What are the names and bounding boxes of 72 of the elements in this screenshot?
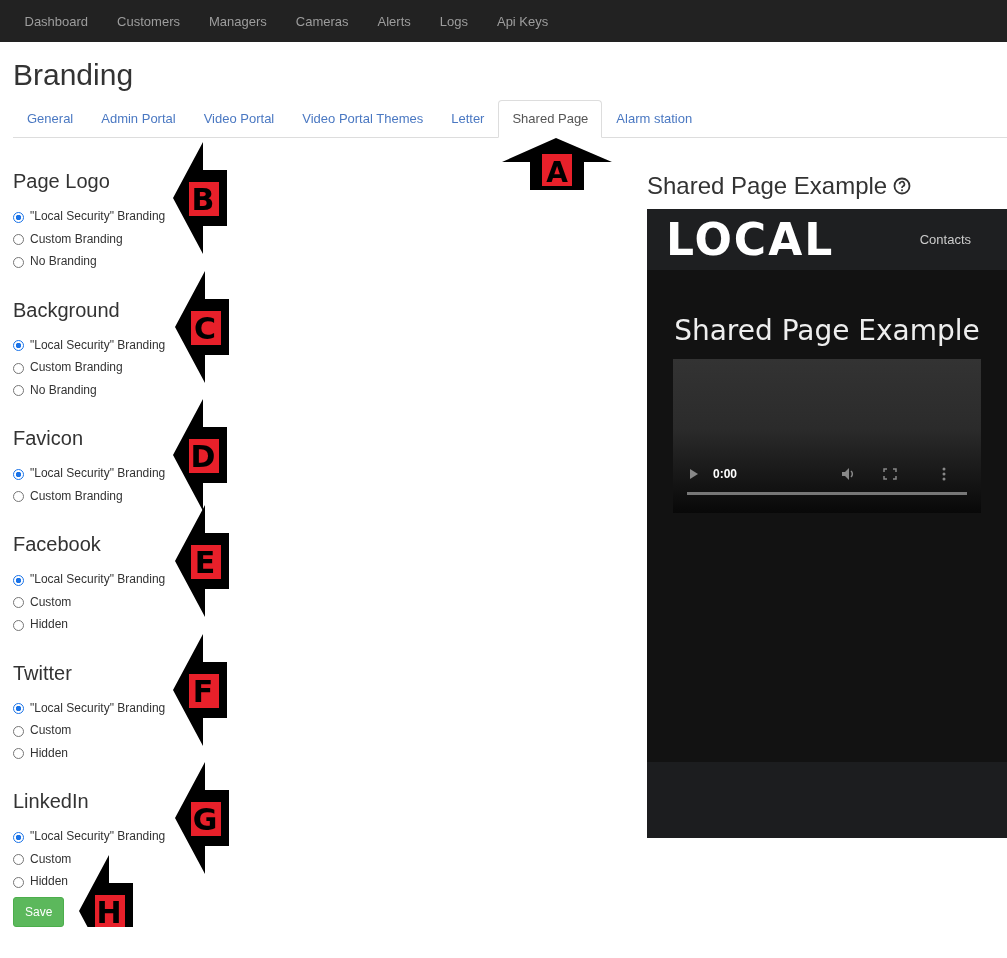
section-heading: LinkedIn bbox=[13, 790, 89, 812]
radio-option[interactable]: Hidden bbox=[13, 613, 69, 636]
radio-option[interactable]: Custom Branding bbox=[13, 484, 123, 507]
radio-button[interactable] bbox=[13, 725, 24, 737]
video-player[interactable]: 0:00 bbox=[673, 359, 981, 513]
radio-option[interactable]: Custom Branding bbox=[13, 356, 123, 379]
tab[interactable]: Shared Page bbox=[498, 100, 603, 138]
nav-link[interactable]: Dashboard bbox=[10, 13, 103, 29]
radio-option[interactable]: No Branding bbox=[13, 378, 97, 401]
callout-arrow: B bbox=[173, 142, 227, 254]
radio-option[interactable]: "Local Security" Branding bbox=[13, 696, 166, 719]
radio-option[interactable]: Custom bbox=[13, 719, 72, 742]
radio-option[interactable]: Custom bbox=[13, 847, 72, 870]
preview-page-heading: Shared Page Example bbox=[674, 314, 980, 347]
help-icon[interactable] bbox=[893, 177, 912, 195]
radio-button[interactable] bbox=[13, 854, 24, 866]
radio-button[interactable] bbox=[13, 385, 24, 397]
tab[interactable]: Video Portal Themes bbox=[288, 100, 438, 138]
radio-button[interactable] bbox=[13, 362, 24, 374]
radio-option[interactable]: Custom Branding bbox=[13, 227, 123, 250]
radio-option[interactable]: "Local Security" Branding bbox=[13, 462, 166, 485]
preview-heading: Shared Page Example bbox=[647, 172, 888, 200]
radio-option[interactable]: Custom bbox=[13, 590, 72, 613]
radio-button[interactable] bbox=[13, 574, 24, 586]
section-heading: Background bbox=[13, 298, 120, 321]
tab[interactable]: Letter bbox=[437, 100, 499, 138]
video-time: 0:00 bbox=[713, 467, 739, 481]
radio-option[interactable]: "Local Security" Branding bbox=[13, 568, 166, 591]
section-heading: Facebook bbox=[13, 533, 101, 555]
radio-button[interactable] bbox=[13, 340, 24, 352]
nav-link[interactable]: Customers bbox=[102, 13, 195, 29]
progress-track[interactable] bbox=[687, 492, 967, 495]
section-heading: Page Logo bbox=[13, 170, 110, 192]
radio-button[interactable] bbox=[13, 748, 24, 760]
tab[interactable]: General bbox=[13, 100, 88, 138]
radio-button[interactable] bbox=[13, 256, 24, 268]
nav-link[interactable]: Api Keys bbox=[482, 13, 563, 29]
tab[interactable]: Alarm station bbox=[602, 100, 707, 138]
radio-option[interactable]: No Branding bbox=[13, 250, 97, 273]
page-title: Branding bbox=[13, 58, 135, 91]
nav-link[interactable]: Managers bbox=[194, 13, 282, 29]
radio-button[interactable] bbox=[13, 491, 24, 503]
radio-option[interactable]: "Local Security" Branding bbox=[13, 825, 166, 848]
callout-arrow: F bbox=[173, 633, 227, 746]
logo: LOCAL bbox=[666, 214, 835, 265]
radio-button[interactable] bbox=[13, 597, 24, 609]
callout-arrow: C bbox=[175, 270, 229, 383]
tab[interactable]: Video Portal bbox=[189, 100, 289, 138]
callout-arrow: H bbox=[79, 854, 133, 927]
radio-button[interactable] bbox=[13, 703, 24, 715]
tab[interactable]: Admin Portal bbox=[87, 100, 190, 138]
play-icon[interactable] bbox=[689, 468, 699, 480]
radio-option[interactable]: "Local Security" Branding bbox=[13, 333, 166, 356]
nav-link[interactable]: Logs bbox=[425, 13, 483, 29]
callout-arrow: G bbox=[175, 762, 229, 874]
section-heading: Twitter bbox=[13, 661, 72, 684]
nav-link[interactable]: Cameras bbox=[281, 13, 364, 29]
radio-button[interactable] bbox=[13, 234, 24, 246]
section-heading: Favicon bbox=[13, 427, 84, 449]
contacts-link[interactable]: Contacts bbox=[919, 232, 971, 247]
radio-button[interactable] bbox=[13, 468, 24, 480]
radio-button[interactable] bbox=[13, 211, 24, 223]
radio-option[interactable]: Hidden bbox=[13, 870, 69, 893]
callout-arrow: A bbox=[502, 138, 613, 190]
radio-button[interactable] bbox=[13, 876, 24, 888]
callout-arrow: D bbox=[173, 399, 227, 511]
radio-button[interactable] bbox=[13, 831, 24, 843]
radio-option[interactable]: Hidden bbox=[13, 741, 69, 764]
radio-button[interactable] bbox=[13, 619, 24, 631]
nav-link[interactable]: Alerts bbox=[363, 13, 426, 29]
radio-option[interactable]: "Local Security" Branding bbox=[13, 205, 166, 228]
callout-arrow: E bbox=[175, 505, 229, 617]
